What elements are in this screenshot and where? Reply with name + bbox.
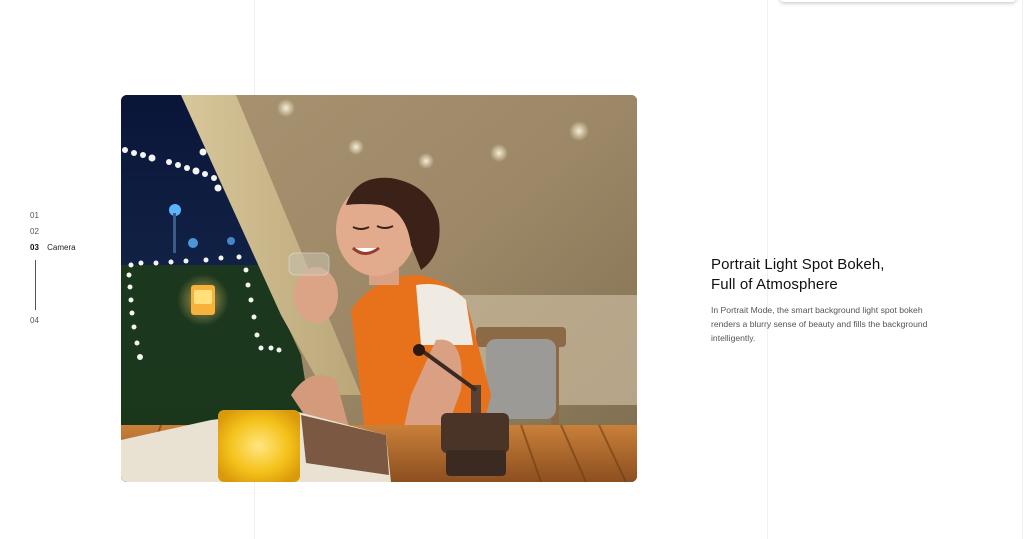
feature-copy: Portrait Light Spot Bokeh, Full of Atmos… (711, 255, 941, 345)
pager-number: 03 (30, 243, 39, 252)
feature-title-line1: Portrait Light Spot Bokeh, (711, 256, 885, 273)
feature-photo (121, 95, 637, 482)
page: 01 02 03 Camera 04 Portrait Light Spot B… (0, 0, 1024, 539)
feature-description: In Portrait Mode, the smart background l… (711, 305, 928, 343)
pager-label: Camera (47, 243, 76, 252)
pager-item-03[interactable]: 03 Camera (30, 243, 76, 253)
feature-title: Portrait Light Spot Bokeh, Full of Atmos… (711, 255, 941, 295)
pager-number: 04 (30, 316, 39, 325)
pager-number: 01 (30, 211, 39, 220)
photo-illustration (121, 95, 637, 482)
feature-title-line2: Full of Atmosphere (711, 276, 838, 293)
pager-item-02[interactable]: 02 (30, 227, 39, 237)
layout-guide (1022, 0, 1023, 539)
pager-number: 02 (30, 227, 39, 236)
pager-progress-line (35, 260, 36, 310)
pager-item-04[interactable]: 04 (30, 316, 39, 326)
pager-item-01[interactable]: 01 (30, 211, 39, 221)
top-dropdown-edge (780, 0, 1016, 2)
